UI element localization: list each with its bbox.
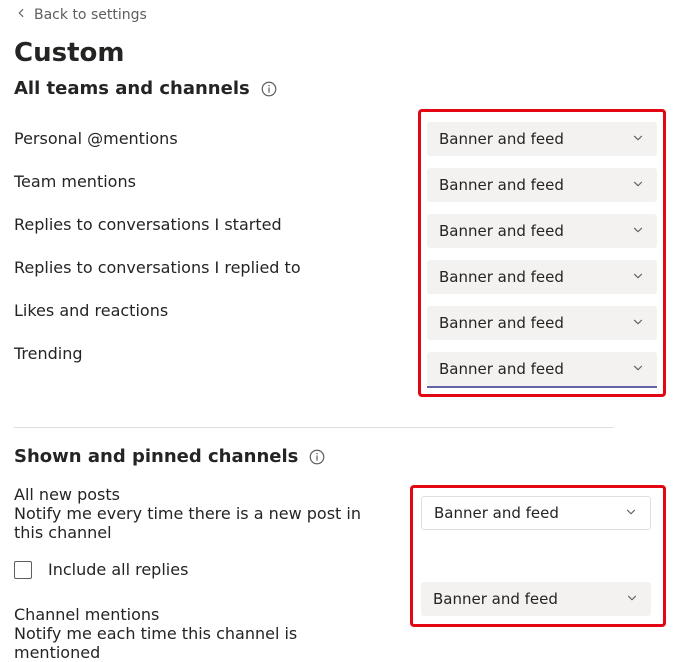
- dropdown-value: Banner and feed: [439, 130, 564, 148]
- likes-reactions-label: Likes and reactions: [14, 301, 378, 320]
- info-icon[interactable]: [308, 448, 326, 466]
- chevron-down-icon: [631, 314, 645, 333]
- dropdown-value: Banner and feed: [439, 176, 564, 194]
- section-divider: [14, 427, 614, 428]
- chevron-down-icon: [625, 590, 639, 609]
- trending-dropdown[interactable]: Banner and feed: [427, 352, 657, 386]
- spacer: [421, 530, 655, 582]
- shown-pinned-left: All new posts Notify me every time there…: [14, 485, 370, 662]
- replies-started-dropdown[interactable]: Banner and feed: [427, 214, 657, 248]
- section-title: All teams and channels: [14, 78, 250, 99]
- section-shown-pinned: All new posts Notify me every time there…: [14, 485, 666, 662]
- team-mentions-label: Team mentions: [14, 172, 378, 191]
- channel-mentions-sub: Notify me each time this channel is ment…: [14, 624, 370, 662]
- dropdown-value: Banner and feed: [439, 360, 564, 378]
- chevron-down-icon: [631, 130, 645, 149]
- dropdown-value: Banner and feed: [439, 314, 564, 332]
- channel-mentions-dropdown[interactable]: Banner and feed: [421, 582, 651, 616]
- trending-label: Trending: [14, 344, 378, 363]
- section-header-all-teams: All teams and channels: [14, 78, 666, 99]
- section-header-shown-pinned: Shown and pinned channels: [14, 446, 666, 467]
- personal-mentions-dropdown[interactable]: Banner and feed: [427, 122, 657, 156]
- chevron-down-icon: [624, 504, 638, 523]
- replies-replied-to-dropdown[interactable]: Banner and feed: [427, 260, 657, 294]
- dropdown-value: Banner and feed: [439, 222, 564, 240]
- checkbox-icon: [14, 561, 32, 579]
- chevron-left-icon: [14, 6, 28, 24]
- highlight-box-shown-pinned: Banner and feed Banner and feed: [410, 485, 666, 627]
- personal-mentions-label: Personal @mentions: [14, 129, 378, 148]
- all-new-posts-dropdown[interactable]: Banner and feed: [421, 496, 651, 530]
- all-new-posts-sub: Notify me every time there is a new post…: [14, 504, 370, 542]
- include-all-replies-row[interactable]: Include all replies: [14, 560, 370, 579]
- all-teams-labels: Personal @mentions Team mentions Replies…: [14, 117, 378, 363]
- back-label: Back to settings: [34, 7, 147, 23]
- dropdown-value: Banner and feed: [434, 504, 559, 522]
- section-all-teams: Personal @mentions Team mentions Replies…: [14, 117, 666, 397]
- back-to-settings-link[interactable]: Back to settings: [14, 4, 666, 34]
- all-new-posts-label: All new posts: [14, 485, 370, 504]
- team-mentions-dropdown[interactable]: Banner and feed: [427, 168, 657, 202]
- chevron-down-icon: [631, 222, 645, 241]
- dropdown-value: Banner and feed: [439, 268, 564, 286]
- replies-replied-to-label: Replies to conversations I replied to: [14, 258, 378, 277]
- replies-started-label: Replies to conversations I started: [14, 215, 378, 234]
- highlight-box-all-teams: Banner and feed Banner and feed Banner a…: [418, 109, 666, 397]
- section-title: Shown and pinned channels: [14, 446, 298, 467]
- dropdown-value: Banner and feed: [433, 590, 558, 608]
- chevron-down-icon: [631, 268, 645, 287]
- all-teams-dropdowns: Banner and feed Banner and feed Banner a…: [427, 122, 657, 386]
- chevron-down-icon: [631, 176, 645, 195]
- page-title: Custom: [14, 38, 666, 68]
- likes-reactions-dropdown[interactable]: Banner and feed: [427, 306, 657, 340]
- channel-mentions-label: Channel mentions: [14, 605, 370, 624]
- include-all-replies-label: Include all replies: [48, 560, 188, 579]
- chevron-down-icon: [631, 360, 645, 379]
- info-icon[interactable]: [260, 80, 278, 98]
